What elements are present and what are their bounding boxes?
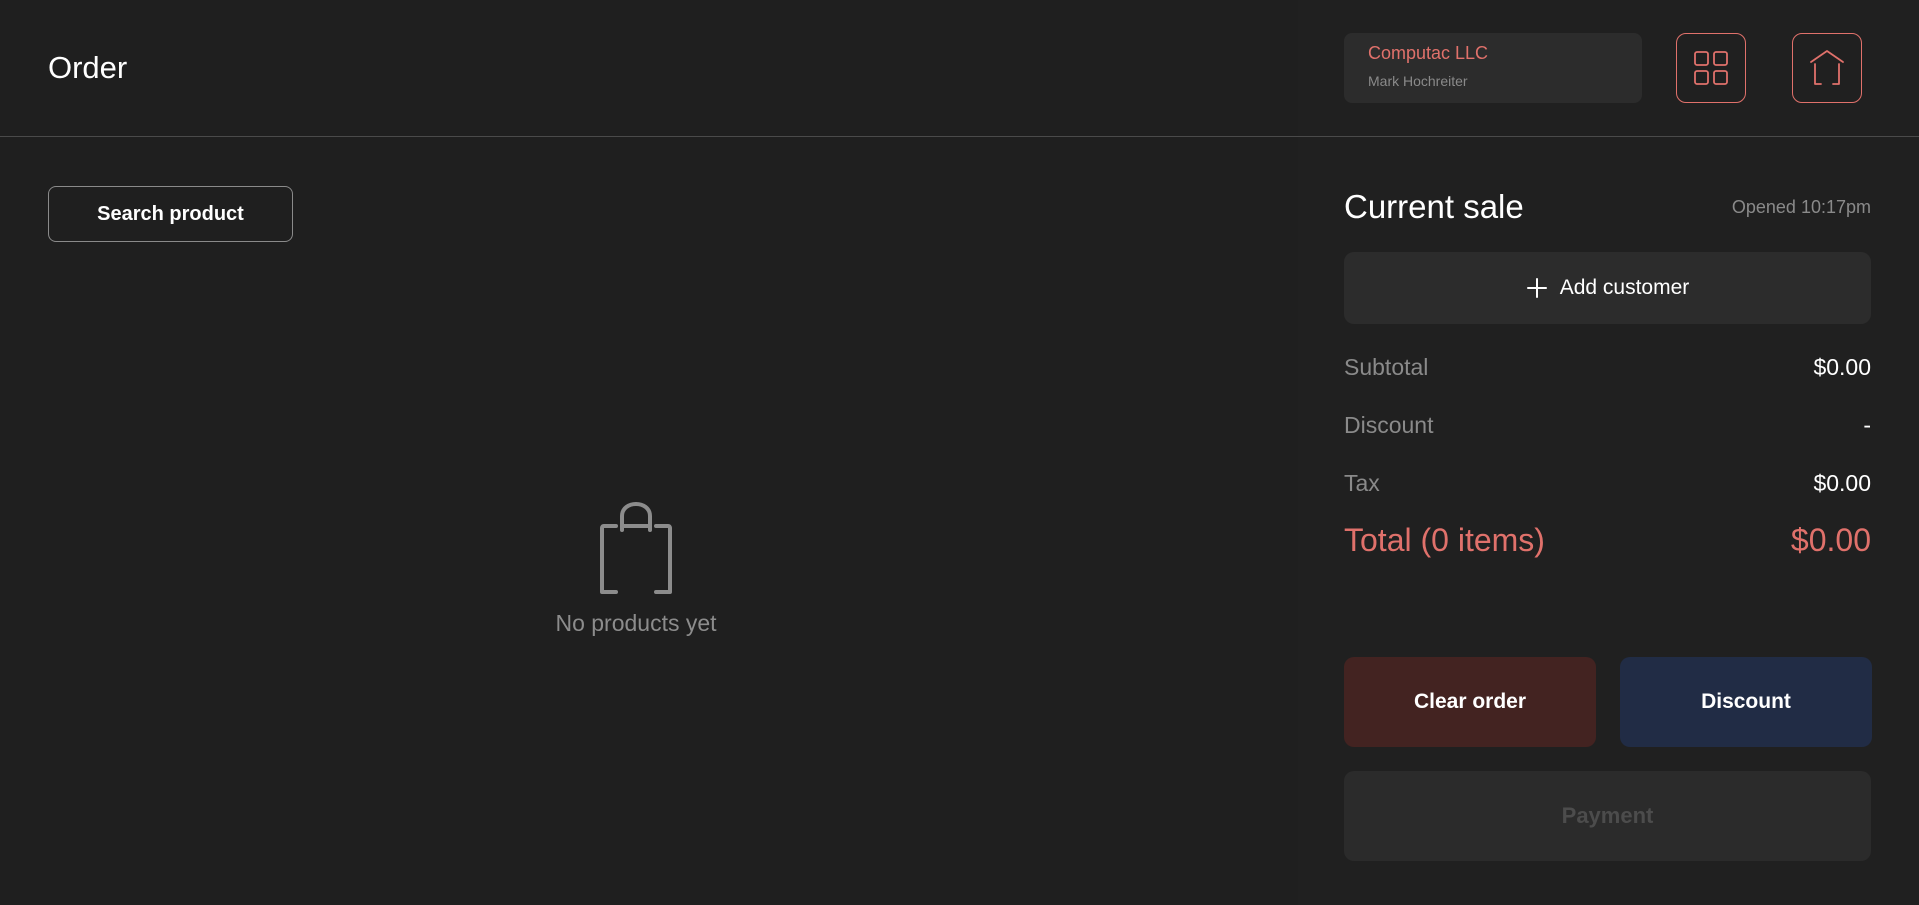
account-company: Computac LLC [1368, 43, 1489, 63]
grid-view-button[interactable] [1676, 33, 1746, 103]
account-switcher[interactable]: Computac LLC Mark Hochreiter [1344, 33, 1642, 103]
account-user: Mark Hochreiter [1368, 72, 1468, 89]
payment-button[interactable]: Payment [1344, 771, 1871, 861]
discount-value: - [1863, 412, 1871, 438]
discount-button[interactable]: Discount [1620, 657, 1872, 747]
empty-products-state: No products yet [500, 500, 772, 637]
order-panel: Order Search product No products yet [0, 0, 1298, 905]
home-icon [1810, 50, 1844, 85]
subtotal-label: Subtotal [1344, 354, 1429, 380]
opened-time: Opened 10:17pm [1731, 197, 1871, 217]
shopping-bag-icon [600, 502, 672, 594]
sidebar-header: Computac LLC Mark Hochreiter [1298, 0, 1919, 137]
discount-row: Discount - [1344, 412, 1871, 439]
sale-sidebar: Computac LLC Mark Hochreiter Current sal… [1298, 0, 1919, 905]
add-customer-label: Add customer [1559, 276, 1690, 299]
tax-label: Tax [1344, 470, 1380, 496]
tax-value: $0.00 [1813, 470, 1871, 496]
grid-icon [1694, 51, 1728, 85]
subtotal-value: $0.00 [1813, 354, 1871, 380]
current-sale-title: Current sale [1344, 188, 1524, 225]
total-label: Total (0 items) [1344, 522, 1545, 558]
page-title: Order [48, 50, 128, 85]
search-product-button[interactable]: Search product [48, 186, 293, 242]
tax-row: Tax $0.00 [1344, 470, 1871, 497]
total-value: $0.00 [1790, 522, 1871, 558]
clear-order-button[interactable]: Clear order [1344, 657, 1596, 747]
pos-app: Order Search product No products yet Com… [0, 0, 1919, 905]
plus-icon [1526, 278, 1547, 298]
discount-label: Discount [1344, 412, 1434, 438]
subtotal-row: Subtotal $0.00 [1344, 354, 1871, 381]
add-customer-button[interactable]: Add customer [1344, 252, 1871, 324]
main-header: Order [0, 0, 1298, 137]
empty-products-text: No products yet [555, 610, 717, 636]
total-row: Total (0 items) $0.00 [1344, 522, 1871, 559]
home-button[interactable] [1792, 33, 1862, 103]
